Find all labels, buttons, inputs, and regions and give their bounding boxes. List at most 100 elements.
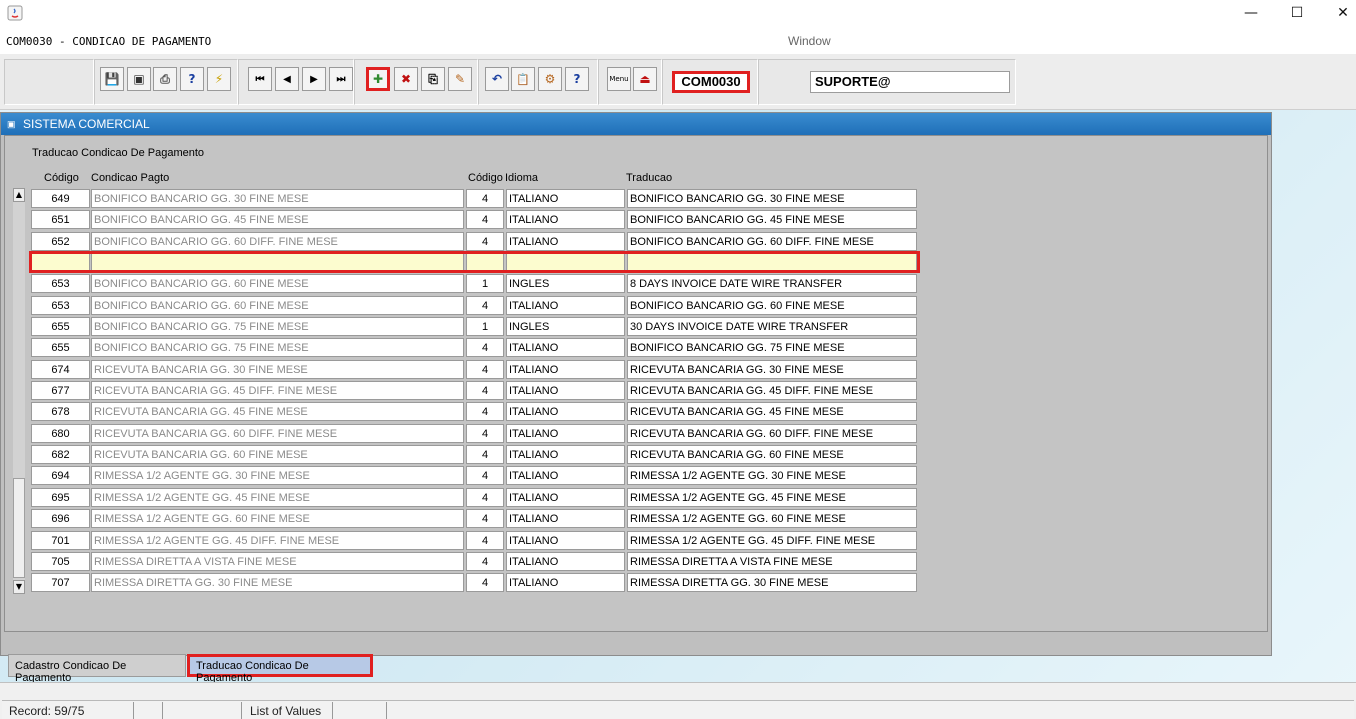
idioma-cell[interactable]: ITALIANO (506, 423, 625, 443)
idioma-cell[interactable]: ITALIANO (506, 573, 625, 593)
condicao-cell[interactable]: RIMESSA 1/2 AGENTE GG. 60 FINE MESE (91, 509, 464, 529)
exit-icon[interactable]: ⏏ (633, 67, 657, 91)
duplicate-record-icon[interactable]: ⎘ (421, 67, 445, 91)
traducao-cell[interactable]: RICEVUTA BANCARIA GG. 60 DIFF. FINE MESE (627, 423, 917, 443)
idioma-cell[interactable]: ITALIANO (506, 295, 625, 315)
window-menu-label[interactable]: Window (788, 34, 831, 48)
idioma-cell[interactable]: ITALIANO (506, 509, 625, 529)
codigo-cell[interactable]: 655 (31, 338, 90, 358)
edit-icon[interactable]: ✎ (448, 67, 472, 91)
condicao-cell[interactable]: RICEVUTA BANCARIA GG. 45 DIFF. FINE MESE (91, 381, 464, 401)
condicao-cell[interactable]: BONIFICO BANCARIO GG. 60 FINE MESE (91, 274, 464, 294)
codigo-cell[interactable]: 705 (31, 551, 90, 571)
codigo-cell[interactable]: 680 (31, 423, 90, 443)
next-record-icon[interactable]: ▶ (302, 67, 326, 91)
condicao-cell[interactable]: RIMESSA 1/2 AGENTE GG. 45 FINE MESE (91, 487, 464, 507)
traducao-cell[interactable]: BONIFICO BANCARIO GG. 30 FINE MESE (627, 189, 917, 208)
help-icon[interactable]: ? (565, 67, 589, 91)
codigo-idioma-cell[interactable]: 4 (466, 487, 504, 507)
codigo-cell[interactable]: 678 (31, 402, 90, 422)
idioma-cell[interactable]: ITALIANO (506, 381, 625, 401)
traducao-cell[interactable]: 30 DAYS INVOICE DATE WIRE TRANSFER (627, 317, 917, 337)
idioma-cell[interactable]: ITALIANO (506, 487, 625, 507)
codigo-idioma-cell[interactable]: 4 (466, 466, 504, 486)
previous-record-icon[interactable]: ◀ (275, 67, 299, 91)
codigo-cell[interactable]: 651 (31, 210, 90, 230)
idioma-cell[interactable]: INGLES (506, 317, 625, 337)
condicao-cell[interactable]: BONIFICO BANCARIO GG. 45 FINE MESE (91, 210, 464, 230)
codigo-cell[interactable]: 696 (31, 509, 90, 529)
traducao-cell[interactable]: BONIFICO BANCARIO GG. 45 FINE MESE (627, 210, 917, 230)
execute-query-icon[interactable]: ⚡ (207, 67, 231, 91)
codigo-cell[interactable]: 694 (31, 466, 90, 486)
condicao-cell[interactable] (91, 253, 464, 273)
codigo-idioma-cell[interactable]: 4 (466, 381, 504, 401)
scroll-up-icon[interactable]: ▲ (13, 188, 25, 202)
traducao-cell[interactable] (627, 253, 917, 273)
traducao-cell[interactable]: 8 DAYS INVOICE DATE WIRE TRANSFER (627, 274, 917, 294)
codigo-idioma-cell[interactable]: 1 (466, 274, 504, 294)
window-system-icon[interactable]: ▣ (7, 119, 17, 129)
codigo-cell[interactable]: 653 (31, 295, 90, 315)
tab-cadastro[interactable]: Cadastro Condicao De Pagamento (8, 654, 186, 684)
codigo-cell[interactable]: 701 (31, 530, 90, 550)
codigo-cell[interactable]: 652 (31, 231, 90, 251)
codigo-idioma-cell[interactable]: 4 (466, 402, 504, 422)
condicao-cell[interactable]: BONIFICO BANCARIO GG. 75 FINE MESE (91, 317, 464, 337)
idioma-cell[interactable]: INGLES (506, 274, 625, 294)
codigo-idioma-cell[interactable]: 4 (466, 573, 504, 593)
codigo-cell[interactable]: 674 (31, 359, 90, 379)
codigo-idioma-cell[interactable]: 4 (466, 445, 504, 465)
codigo-idioma-cell[interactable]: 4 (466, 359, 504, 379)
condicao-cell[interactable]: RIMESSA DIRETTA A VISTA FINE MESE (91, 551, 464, 571)
codigo-idioma-cell[interactable]: 4 (466, 530, 504, 550)
close-button[interactable]: ✕ (1320, 2, 1356, 26)
minimize-button[interactable]: — (1228, 2, 1274, 26)
codigo-idioma-cell[interactable]: 4 (466, 210, 504, 230)
vertical-scrollbar[interactable]: ▲ ▼ (13, 188, 25, 594)
traducao-cell[interactable]: RICEVUTA BANCARIA GG. 45 FINE MESE (627, 402, 917, 422)
idioma-cell[interactable]: ITALIANO (506, 231, 625, 251)
codigo-idioma-cell[interactable]: 4 (466, 338, 504, 358)
condicao-cell[interactable]: BONIFICO BANCARIO GG. 60 FINE MESE (91, 295, 464, 315)
condicao-cell[interactable]: RIMESSA DIRETTA GG. 30 FINE MESE (91, 573, 464, 593)
first-record-icon[interactable]: ⏮ (248, 67, 272, 91)
condicao-cell[interactable]: BONIFICO BANCARIO GG. 60 DIFF. FINE MESE (91, 231, 464, 251)
print-preview-icon[interactable]: ▣ (127, 67, 151, 91)
condicao-cell[interactable]: RICEVUTA BANCARIA GG. 60 DIFF. FINE MESE (91, 423, 464, 443)
tab-traducao[interactable]: Traducao Condicao De Pagamento (187, 654, 373, 684)
condicao-cell[interactable]: RICEVUTA BANCARIA GG. 45 FINE MESE (91, 402, 464, 422)
condicao-cell[interactable]: RIMESSA 1/2 AGENTE GG. 45 DIFF. FINE MES… (91, 530, 464, 550)
idioma-cell[interactable]: ITALIANO (506, 530, 625, 550)
idioma-cell[interactable]: ITALIANO (506, 210, 625, 230)
codigo-idioma-cell[interactable]: 4 (466, 509, 504, 529)
clipboard-icon[interactable]: 📋 (511, 67, 535, 91)
codigo-idioma-cell[interactable]: 1 (466, 317, 504, 337)
traducao-cell[interactable]: RICEVUTA BANCARIA GG. 60 FINE MESE (627, 445, 917, 465)
condicao-cell[interactable]: BONIFICO BANCARIO GG. 30 FINE MESE (91, 189, 464, 208)
traducao-cell[interactable]: RIMESSA 1/2 AGENTE GG. 45 DIFF. FINE MES… (627, 530, 917, 550)
traducao-cell[interactable]: RICEVUTA BANCARIA GG. 30 FINE MESE (627, 359, 917, 379)
query-icon[interactable]: ? (180, 67, 204, 91)
codigo-cell[interactable]: 707 (31, 573, 90, 593)
traducao-cell[interactable]: BONIFICO BANCARIO GG. 75 FINE MESE (627, 338, 917, 358)
idioma-cell[interactable]: ITALIANO (506, 359, 625, 379)
codigo-cell[interactable]: 695 (31, 487, 90, 507)
traducao-cell[interactable]: RICEVUTA BANCARIA GG. 45 DIFF. FINE MESE (627, 381, 917, 401)
idioma-cell[interactable]: ITALIANO (506, 402, 625, 422)
condicao-cell[interactable]: RICEVUTA BANCARIA GG. 60 FINE MESE (91, 445, 464, 465)
codigo-cell[interactable]: 682 (31, 445, 90, 465)
codigo-idioma-cell[interactable]: 4 (466, 189, 504, 208)
idioma-cell[interactable]: ITALIANO (506, 338, 625, 358)
traducao-cell[interactable]: BONIFICO BANCARIO GG. 60 FINE MESE (627, 295, 917, 315)
codigo-cell[interactable]: 655 (31, 317, 90, 337)
scroll-thumb[interactable] (13, 478, 25, 578)
traducao-cell[interactable]: BONIFICO BANCARIO GG. 60 DIFF. FINE MESE (627, 231, 917, 251)
condicao-cell[interactable]: RIMESSA 1/2 AGENTE GG. 30 FINE MESE (91, 466, 464, 486)
codigo-idioma-cell[interactable] (466, 253, 504, 273)
codigo-idioma-cell[interactable]: 4 (466, 295, 504, 315)
codigo-idioma-cell[interactable]: 4 (466, 231, 504, 251)
insert-record-icon[interactable]: ✚ (366, 67, 390, 91)
condicao-cell[interactable]: RICEVUTA BANCARIA GG. 30 FINE MESE (91, 359, 464, 379)
delete-record-icon[interactable]: ✖ (394, 67, 418, 91)
